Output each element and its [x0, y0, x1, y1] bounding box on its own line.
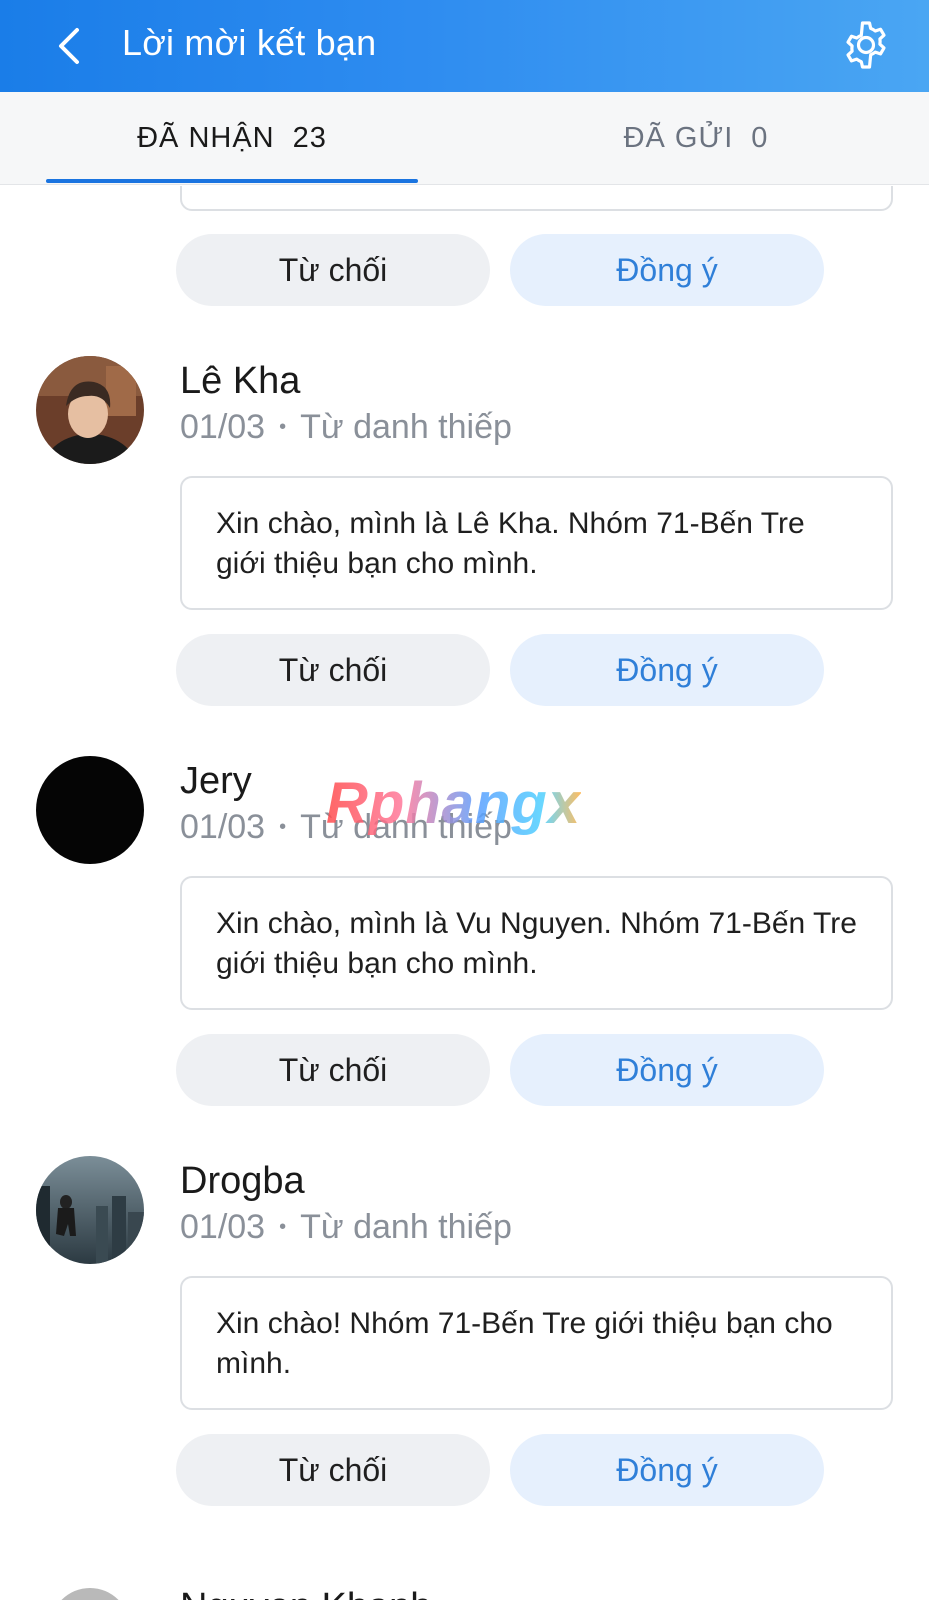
list-item: Lê Kha 01/03 • Từ danh thiếp Xin chào, m… — [0, 356, 929, 756]
avatar[interactable] — [36, 356, 144, 464]
back-button[interactable] — [42, 20, 94, 72]
request-meta: 01/03 • Từ danh thiếp — [180, 808, 512, 847]
chevron-left-icon — [59, 28, 79, 64]
tab-sent-count: 0 — [751, 122, 769, 154]
request-meta: 01/03 • Từ danh thiếp — [180, 1208, 512, 1247]
tab-received[interactable]: ĐÃ NHẬN 23 — [46, 92, 418, 185]
list-item: Jery 01/03 • Từ danh thiếp Xin chào, mìn… — [0, 756, 929, 1156]
active-tab-indicator — [46, 179, 418, 183]
settings-button[interactable] — [837, 16, 895, 74]
tab-sent[interactable]: ĐÃ GỬI 0 — [510, 92, 882, 185]
gear-icon — [846, 21, 886, 69]
requester-name: Jery — [180, 760, 252, 802]
requester-name: Lê Kha — [180, 360, 301, 402]
decline-button[interactable]: Từ chối — [176, 234, 490, 306]
avatar-photo-drogba — [36, 1156, 144, 1264]
accept-button[interactable]: Đồng ý — [510, 634, 824, 706]
accept-button[interactable]: Đồng ý — [510, 1034, 824, 1106]
accept-button[interactable]: Đồng ý — [510, 1434, 824, 1506]
app-header: Lời mời kết bạn — [0, 0, 929, 92]
request-meta: 01/03 • Từ danh thiếp — [180, 408, 512, 447]
friend-requests-screen: Lời mời kết bạn ĐÃ NHẬN 23 ĐÃ GỬI 0 Từ c… — [0, 0, 929, 1600]
tab-bar: ĐÃ NHẬN 23 ĐÃ GỬI 0 — [0, 92, 929, 185]
request-source: Từ danh thiếp — [300, 408, 512, 446]
request-source: Từ danh thiếp — [300, 1208, 512, 1246]
decline-button[interactable]: Từ chối — [176, 1034, 490, 1106]
request-date: 01/03 — [180, 808, 266, 846]
decline-button[interactable]: Từ chối — [176, 634, 490, 706]
separator-dot: • — [279, 1216, 287, 1238]
request-source: Từ danh thiếp — [300, 808, 512, 846]
avatar[interactable] — [36, 756, 144, 864]
request-message: Xin chào, mình là Vu Nguyen. Nhóm 71-Bến… — [180, 876, 893, 1010]
request-date: 01/03 — [180, 1208, 266, 1246]
requester-name: Drogba — [180, 1160, 305, 1202]
request-list[interactable]: Từ chối Đồng ý Lê Kha 01/03 • Từ danh th… — [0, 186, 929, 1600]
tab-sent-label: ĐÃ GỬI — [623, 122, 734, 154]
tab-received-label: ĐÃ NHẬN — [137, 122, 275, 154]
request-message: Xin chào! Nhóm 71-Bến Tre giới thiệu bạn… — [180, 1276, 893, 1410]
page-title: Lời mời kết bạn — [122, 22, 377, 63]
accept-button[interactable]: Đồng ý — [510, 234, 824, 306]
separator-dot: • — [279, 816, 287, 838]
tab-received-count: 23 — [292, 122, 327, 154]
request-message: Xin chào, mình là Lê Kha. Nhóm 71-Bến Tr… — [180, 476, 893, 610]
list-item: Drogba 01/03 • Từ danh thiếp Xin chào! N… — [0, 1156, 929, 1556]
decline-button[interactable]: Từ chối — [176, 1434, 490, 1506]
avatar[interactable] — [36, 1156, 144, 1264]
message-card-partial — [180, 186, 893, 211]
requester-name-partial: Nguyen Khanh — [180, 1586, 431, 1600]
request-date: 01/03 — [180, 408, 266, 446]
separator-dot: • — [279, 416, 287, 438]
avatar-photo-le-kha — [36, 356, 144, 464]
